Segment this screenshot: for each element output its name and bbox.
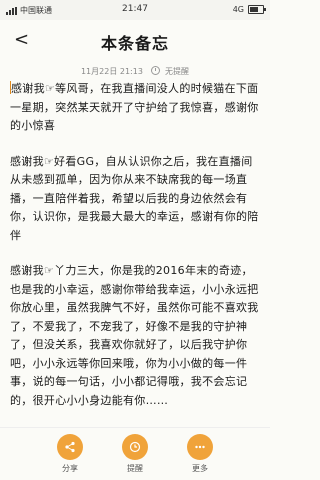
more-button[interactable]: 更多 (170, 434, 230, 474)
share-icon (57, 434, 83, 460)
remind-label: 提醒 (127, 464, 143, 473)
header: < 本条备忘 (0, 20, 270, 62)
share-button[interactable]: 分享 (40, 434, 100, 474)
status-right: 4G (232, 5, 266, 14)
clock-icon (151, 66, 161, 75)
clock-icon (122, 434, 148, 460)
note-paragraph-text: 感谢我☞等风哥，在我直播间没人的时候猫在下面一星期，突然某天就开了守护给了我惊喜… (10, 82, 259, 132)
page-title: 本条备忘 (100, 34, 169, 53)
reminder-status: 无提醒 (165, 67, 190, 76)
note-content[interactable]: 感谢我☞等风哥，在我直播间没人的时候猫在下面一星期，突然某天就开了守护给了我惊喜… (10, 80, 262, 427)
bottom-action-bar: 分享 提醒 更多 (0, 427, 270, 480)
more-label: 更多 (192, 464, 208, 473)
note-date: 11月22日 21:13 (80, 67, 143, 76)
remind-button[interactable]: 提醒 (105, 434, 165, 474)
note-paragraph: 感谢我☞等风哥，在我直播间没人的时候猫在下面一星期，突然某天就开了守护给了我惊喜… (10, 80, 262, 136)
note-paragraph: 感谢我☞丫力三大，你是我的2016年末的奇迹，也是我的小幸运，感谢你带给我幸运，… (10, 264, 259, 407)
status-bar: 中国联通 21:47 4G (0, 0, 270, 20)
network-label: 4G (232, 5, 244, 14)
status-time: 21:47 (122, 4, 148, 14)
note-paragraph: 感谢我☞好看GG，自从认识你之后，我在直播间从未感到孤单，因为你从来不缺席我的每… (10, 154, 259, 242)
more-icon (187, 434, 213, 460)
share-label: 分享 (62, 464, 78, 473)
note-meta: 11月22日 21:13 无提醒 (0, 66, 270, 77)
battery-icon (248, 5, 266, 14)
